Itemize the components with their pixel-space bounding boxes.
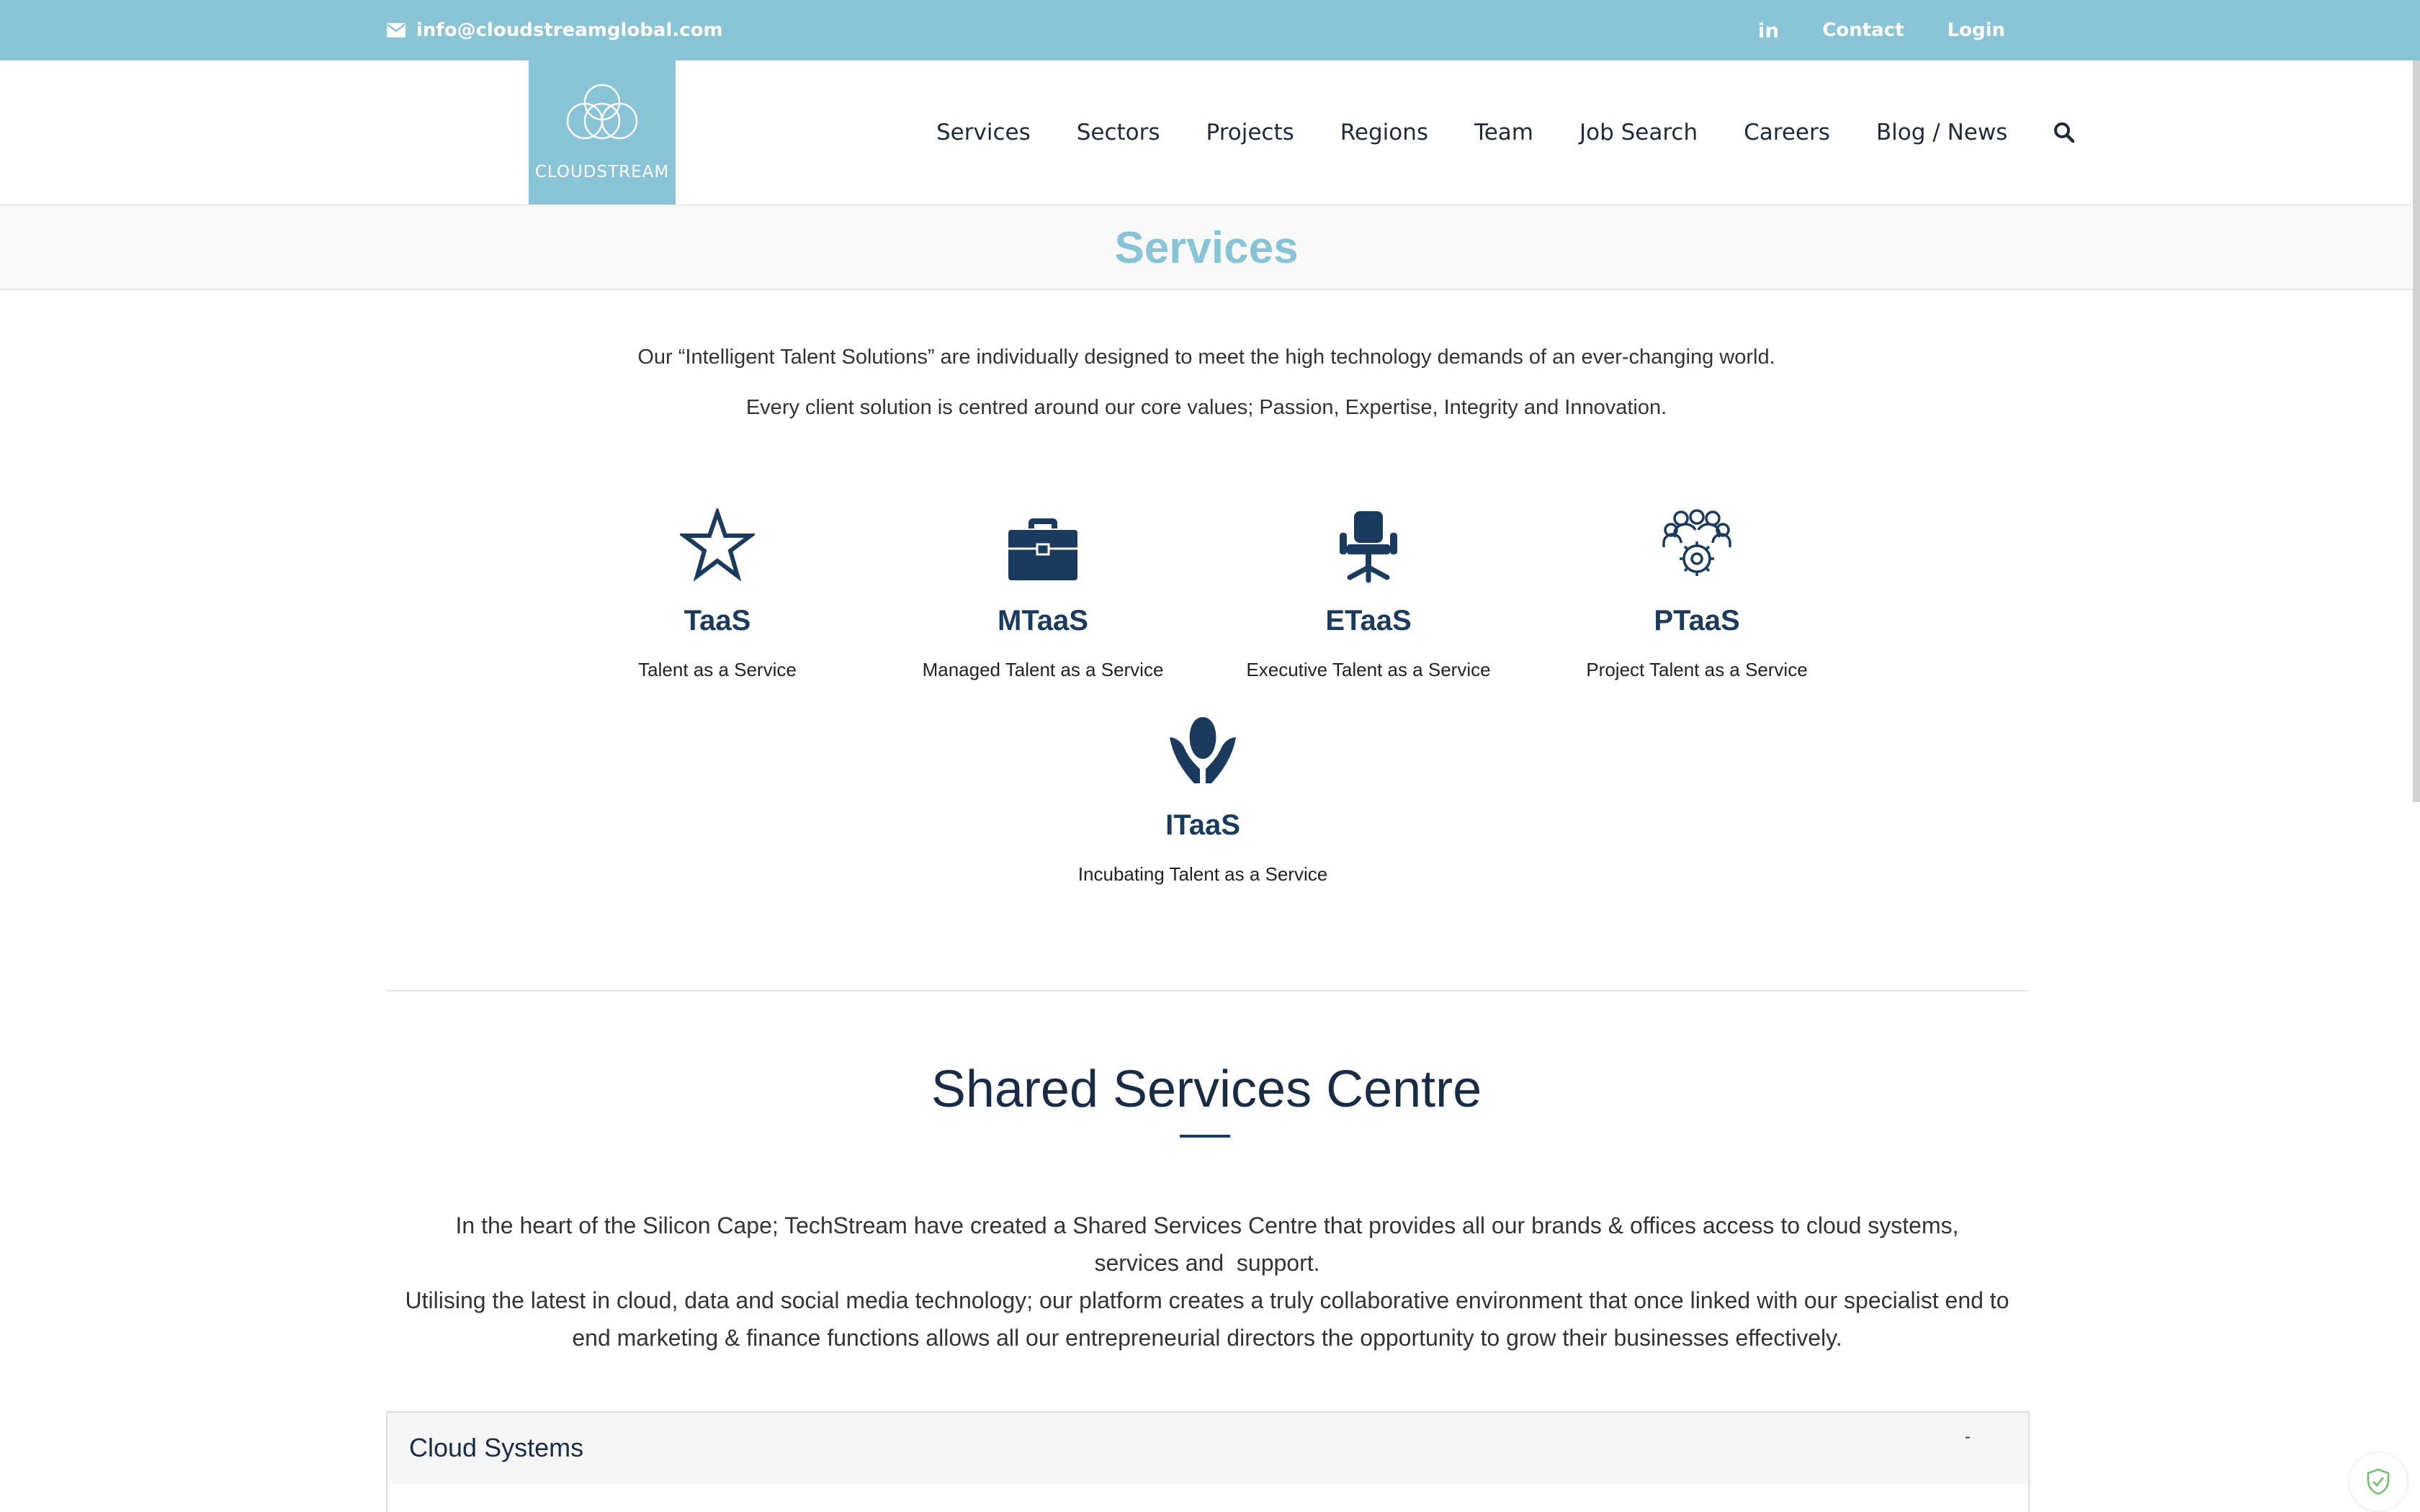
security-badge[interactable]: [2349, 1453, 2407, 1511]
logo-text: CLOUDSTREAM: [534, 163, 670, 181]
hands-seed-icon: [1170, 717, 1236, 783]
office-chair-icon: [1340, 511, 1397, 583]
service-itaas[interactable]: ITaaS Incubating Talent as a Service: [1052, 708, 1354, 886]
ssc-paragraph-1: In the heart of the Silicon Cape; TechSt…: [386, 1207, 2028, 1282]
ssc-heading: Shared Services Centre: [931, 1061, 1482, 1118]
team-gear-icon: [1662, 509, 1731, 576]
linkedin-icon[interactable]: in: [1758, 19, 1780, 42]
service-desc: Executive Talent as a Service: [1246, 659, 1491, 680]
service-ptaas[interactable]: PTaaS Project Talent as a Service: [1546, 504, 1848, 681]
email-text: info@cloudstreamglobal.com: [416, 19, 723, 41]
accordion-body: [386, 1483, 2030, 1512]
ssc-para1-line1: In the heart of the Silicon Cape; TechSt…: [455, 1212, 1959, 1238]
accordion-cloud-systems[interactable]: Cloud Systems -: [386, 1411, 2030, 1485]
page-title: Services: [1114, 223, 1299, 273]
ssc-paragraph-2: Utilising the latest in cloud, data and …: [386, 1282, 2028, 1356]
scrollbar[interactable]: [2413, 60, 2420, 802]
service-desc: Project Talent as a Service: [1586, 659, 1808, 680]
service-desc: Incubating Talent as a Service: [1077, 863, 1328, 885]
nav-team[interactable]: Team: [1474, 120, 1533, 145]
heading-underline: [1180, 1135, 1230, 1138]
service-name: ITaaS: [1165, 809, 1240, 841]
top-bar: info@cloudstreamglobal.com in Contact Lo…: [0, 0, 2420, 60]
page-title-band: Services: [0, 205, 2420, 290]
search-icon: [2054, 122, 2075, 143]
service-desc: Talent as a Service: [638, 659, 797, 680]
nav-careers[interactable]: Careers: [1744, 120, 1830, 145]
ssc-para2-line2: end marketing & finance functions allows…: [572, 1325, 1842, 1351]
accordion-toggle[interactable]: -: [1965, 1427, 1971, 1447]
nav-regions[interactable]: Regions: [1340, 120, 1428, 145]
contact-link[interactable]: Contact: [1822, 19, 1904, 41]
briefcase-icon: [1008, 518, 1077, 580]
accordion-label: Cloud Systems: [409, 1433, 584, 1462]
nav-blog-news[interactable]: Blog / News: [1876, 120, 2007, 145]
section-divider: [386, 990, 2028, 991]
cloudstream-logo[interactable]: CLOUDSTREAM: [529, 60, 676, 204]
ssc-para2-line1: Utilising the latest in cloud, data and …: [405, 1287, 2009, 1313]
intro-line-2: Every client solution is centred around …: [745, 396, 1667, 419]
nav-services[interactable]: Services: [936, 120, 1031, 145]
service-desc: Managed Talent as a Service: [922, 659, 1164, 680]
star-icon: [680, 508, 755, 582]
envelope-icon: [387, 23, 405, 37]
search-button[interactable]: [2053, 122, 2075, 143]
service-name: PTaaS: [1654, 605, 1740, 636]
email-link[interactable]: info@cloudstreamglobal.com: [386, 16, 723, 45]
main-nav: Services Sectors Projects Regions Team J…: [936, 60, 2075, 204]
ssc-para1-line2: services and support.: [1094, 1250, 1320, 1276]
service-name: ETaaS: [1325, 605, 1412, 636]
service-etaas[interactable]: ETaaS Executive Talent as a Service: [1217, 504, 1520, 681]
nav-job-search[interactable]: Job Search: [1579, 120, 1698, 145]
nav-projects[interactable]: Projects: [1206, 120, 1294, 145]
nav-sectors[interactable]: Sectors: [1077, 120, 1160, 145]
service-mtaas[interactable]: MTaaS Managed Talent as a Service: [892, 504, 1194, 681]
intro-line-1: Our “Intelligent Talent Solutions” are i…: [637, 346, 1775, 369]
login-link[interactable]: Login: [1948, 19, 2005, 41]
service-taas[interactable]: TaaS Talent as a Service: [566, 504, 869, 681]
logo-circles-icon: [566, 84, 638, 140]
service-name: MTaaS: [998, 605, 1088, 636]
shield-check-icon: [2367, 1468, 2390, 1495]
service-name: TaaS: [684, 605, 751, 636]
